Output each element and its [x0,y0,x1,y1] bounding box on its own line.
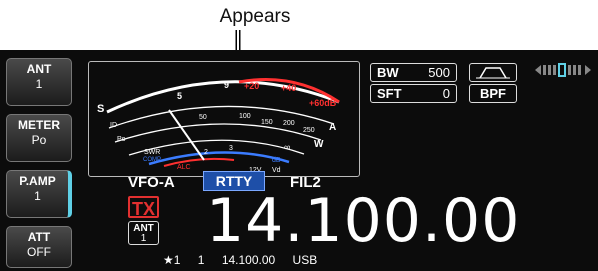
po-tick-150: 150 [261,119,273,126]
bw-label: BW [377,65,399,80]
po-tick-50: 50 [199,114,207,121]
po-tick-250: 250 [303,127,315,134]
comp-label: COMP [143,157,161,163]
swr-label: SWR [144,149,160,156]
ant-button-label: ANT [26,62,52,76]
w-label: W [314,139,324,150]
swr-tick-3: 3 [229,145,233,152]
att-button-value: OFF [27,245,51,259]
po-label: Po [117,136,126,143]
s-tick-plus40: +40 [281,83,296,93]
bpf-button[interactable]: BPF [469,84,517,103]
meter-button-label: METER [18,118,60,132]
alc-label: ALC [177,164,191,171]
pamp-button[interactable]: P.AMP 1 [6,170,72,218]
po-tick-100: 100 [239,113,251,120]
sub-mode: USB [292,253,318,267]
ant-button[interactable]: ANT 1 [6,58,72,106]
s-label: S [97,103,104,115]
sidebar: ANT 1 METER Po P.AMP 1 ATT OFF [0,50,80,271]
sft-label: SFT [377,86,402,101]
s-tick-9: 9 [224,80,229,90]
s-tick-plus20: +20 [244,81,259,91]
meter-button-value: Po [31,133,47,147]
vd-label: Vd [272,167,281,174]
sub-readout: ★1 1 14.100.00 USB [163,253,331,267]
a-label: A [329,122,336,133]
bw-value: 500 [428,65,450,80]
sft-indicator[interactable]: SFT 0 [370,84,457,103]
sft-value: 0 [442,86,450,101]
bw-indicator[interactable]: BW 500 [370,63,457,82]
ant-indicator-value: 1 [140,233,147,244]
vfo-label: VFO-A [128,174,175,191]
filter-shape-icon[interactable] [469,63,517,82]
pamp-button-value: 1 [34,189,41,203]
s-tick-plus60: +60dB [309,98,337,108]
meter-scales: S ID Po SWR COMP 5 9 +20 +40 +60dB 50 10… [97,78,340,174]
id-label: ID [110,122,117,129]
swr-tick-inf: ∞ [284,142,290,152]
db-label: dB [272,157,281,164]
multi-meter: S ID Po SWR COMP 5 9 +20 +40 +60dB 50 10… [88,61,360,177]
sub-frequency: 14.100.00 [221,253,276,267]
ant-button-value: 1 [35,77,43,91]
pamp-button-label: P.AMP [19,174,56,188]
tx-indicator: TX [128,196,159,219]
meter-button[interactable]: METER Po [6,114,72,162]
s-tick-5: 5 [177,91,182,101]
main-frequency[interactable]: 14.100.00 [206,191,520,251]
att-button-label: ATT [27,230,51,244]
swr-tick-2: 2 [204,149,208,156]
att-button[interactable]: ATT OFF [6,226,72,268]
sub-channel: 1 [197,253,205,267]
ant-indicator: ANT 1 [128,221,159,245]
level-bar-icon [535,63,591,77]
po-tick-200: 200 [283,120,295,127]
memo-star: ★1 [163,253,181,267]
transceiver-display: ANT 1 METER Po P.AMP 1 ATT OFF S ID Po S… [0,50,598,271]
